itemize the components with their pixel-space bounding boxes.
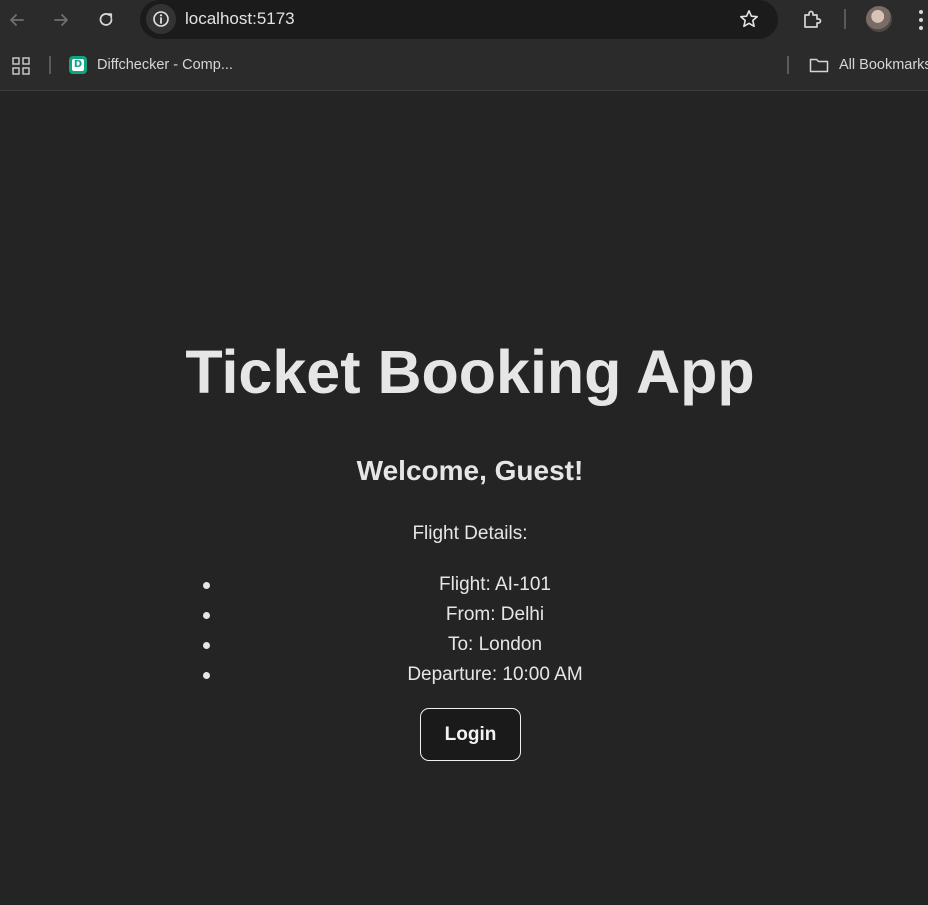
puzzle-icon — [804, 10, 822, 28]
bullet — [203, 582, 210, 589]
all-bookmarks-label: All Bookmarks — [839, 57, 928, 73]
extensions-button[interactable] — [799, 6, 825, 32]
list-item: From: Delhi — [200, 600, 790, 630]
bookmarks-separator-right — [787, 56, 789, 74]
all-bookmarks-button[interactable]: All Bookmarks — [809, 54, 928, 76]
url-text[interactable]: localhost:5173 — [185, 9, 295, 29]
profile-avatar[interactable] — [866, 6, 892, 32]
list-item: Flight: AI-101 — [200, 570, 790, 600]
arrow-right-icon — [54, 14, 68, 26]
login-button[interactable]: Login — [420, 708, 521, 761]
flight-destination: To: London — [447, 634, 543, 655]
reload-icon — [99, 13, 113, 26]
reload-button[interactable] — [93, 7, 119, 33]
arrow-left-icon — [10, 14, 24, 26]
welcome-heading: Welcome, Guest! — [356, 455, 584, 486]
forward-button[interactable] — [48, 7, 74, 33]
info-icon — [153, 11, 169, 27]
flight-origin: From: Delhi — [445, 604, 545, 625]
flight-details-list: Flight: AI-101 From: Delhi To: London De… — [200, 570, 790, 690]
list-item: To: London — [200, 630, 790, 660]
bookmark-diffchecker[interactable]: D Diffchecker - Comp... — [69, 54, 233, 76]
flight-details-label: Flight Details: — [412, 523, 528, 544]
app-title: Ticket Booking App — [185, 338, 755, 406]
bookmark-star-button[interactable] — [737, 7, 761, 31]
menu-kebab-icon[interactable] — [914, 7, 928, 33]
toolbar-separator — [844, 9, 846, 29]
bookmark-label: Diffchecker - Comp... — [97, 57, 233, 73]
flight-number: Flight: AI-101 — [439, 574, 551, 595]
site-info-button[interactable] — [146, 4, 176, 34]
bullet — [203, 672, 210, 679]
apps-grid-icon[interactable] — [12, 57, 30, 75]
app-page: Ticket Booking App Welcome, Guest! Fligh… — [0, 91, 928, 905]
bullet — [203, 642, 210, 649]
star-icon — [740, 10, 758, 28]
bullet — [203, 612, 210, 619]
bookmarks-separator — [49, 56, 51, 74]
flight-departure: Departure: 10:00 AM — [407, 664, 583, 685]
folder-icon — [809, 58, 829, 73]
list-item: Departure: 10:00 AM — [200, 660, 790, 690]
back-button[interactable] — [4, 7, 30, 33]
diffchecker-favicon-icon: D — [69, 56, 87, 74]
